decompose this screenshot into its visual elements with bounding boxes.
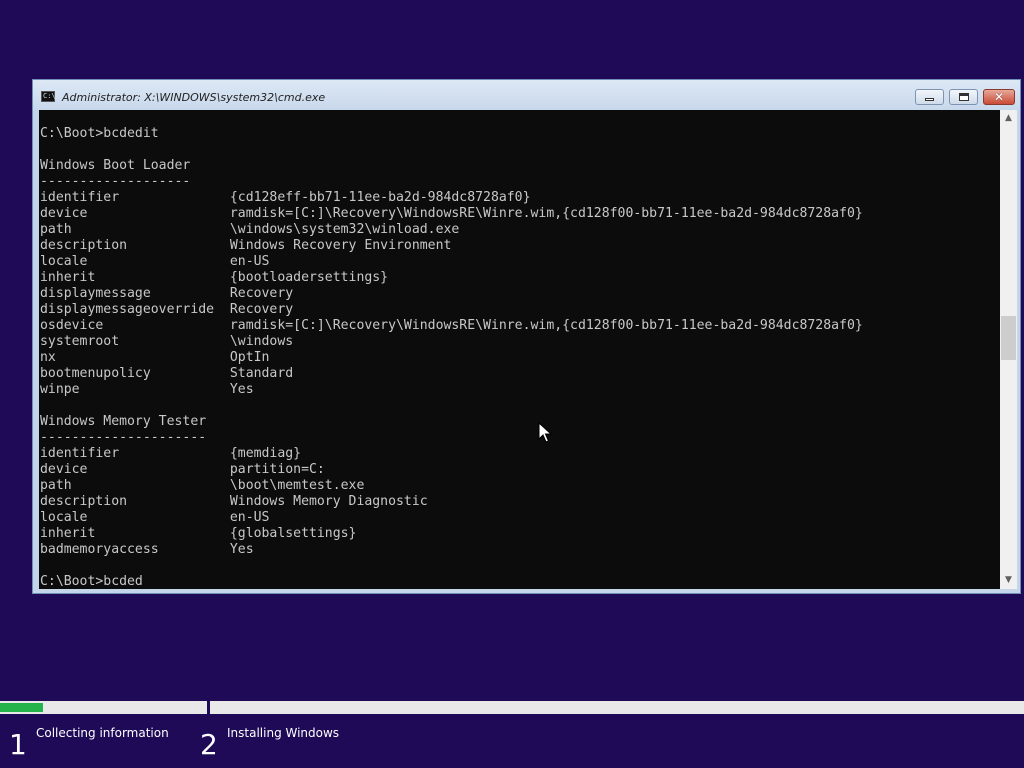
console-line: device partition=C:	[40, 462, 325, 477]
console-line: systemroot \windows	[40, 334, 294, 349]
console-line: -------------------	[40, 174, 191, 189]
console-line: inherit {globalsettings}	[40, 526, 357, 541]
console-line: identifier {cd128eff-bb71-11ee-ba2d-984d…	[40, 190, 531, 205]
step-label: Installing Windows	[227, 726, 340, 740]
console-line: badmemoryaccess Yes	[40, 542, 254, 557]
console-line: inherit {bootloadersettings}	[40, 270, 389, 285]
progress-divider	[207, 701, 210, 714]
console-line: description Windows Recovery Environment	[40, 238, 452, 253]
window-titlebar[interactable]: C:\ Administrator: X:\WINDOWS\system32\c…	[33, 80, 1020, 110]
console-scrollbar[interactable]: ▲ ▼	[1000, 110, 1017, 589]
progress-segment-collecting	[0, 701, 207, 714]
console-line: displaymessage Recovery	[40, 286, 294, 301]
console-line: path \boot\memtest.exe	[40, 478, 365, 493]
console-line: identifier {memdiag}	[40, 446, 302, 461]
console-line: osdevice ramdisk=[C:]\Recovery\WindowsRE…	[40, 318, 863, 333]
console-line: description Windows Memory Diagnostic	[40, 494, 428, 509]
minimize-icon	[925, 98, 934, 101]
maximize-button[interactable]	[949, 89, 978, 105]
step-number: 1	[9, 728, 27, 761]
setup-desktop: C:\ Administrator: X:\WINDOWS\system32\c…	[0, 0, 1024, 768]
console-line: locale en-US	[40, 254, 270, 269]
scroll-thumb[interactable]	[1001, 316, 1016, 360]
console-line: Windows Boot Loader	[40, 158, 191, 173]
console-line: locale en-US	[40, 510, 270, 525]
setup-progress-bar	[0, 701, 1024, 714]
console-line: ---------------------	[40, 430, 207, 445]
scroll-down-icon[interactable]: ▼	[1000, 572, 1017, 589]
console-line: device ramdisk=[C:]\Recovery\WindowsRE\W…	[40, 206, 863, 221]
console-line: nx OptIn	[40, 350, 270, 365]
console-line: displaymessageoverride Recovery	[40, 302, 294, 317]
minimize-button[interactable]	[915, 89, 944, 105]
progress-fill	[0, 703, 43, 712]
console-line: path \windows\system32\winload.exe	[40, 222, 460, 237]
console-line: winpe Yes	[40, 382, 254, 397]
window-title: Administrator: X:\WINDOWS\system32\cmd.e…	[62, 91, 326, 104]
console-output[interactable]: C:\Boot>bcdedit Windows Boot Loader ------…	[39, 110, 1000, 589]
console-app-icon[interactable]: C:\	[41, 91, 56, 102]
console-line: C:\Boot>bcdedit	[40, 126, 159, 141]
mouse-pointer-icon	[538, 422, 552, 443]
step-number: 2	[200, 728, 218, 761]
step-label: Collecting information	[36, 726, 169, 740]
console-text: C:\Boot>bcdedit Windows Boot Loader ------…	[39, 110, 1000, 589]
cmd-window[interactable]: C:\ Administrator: X:\WINDOWS\system32\c…	[32, 79, 1021, 594]
console-line: C:\Boot>bcded	[40, 574, 143, 589]
close-icon: ✕	[993, 90, 1005, 104]
close-button[interactable]: ✕	[983, 89, 1015, 105]
maximize-icon	[958, 93, 969, 101]
scroll-up-icon[interactable]: ▲	[1000, 110, 1017, 127]
console-line: Windows Memory Tester	[40, 414, 207, 429]
console-line: bootmenupolicy Standard	[40, 366, 294, 381]
